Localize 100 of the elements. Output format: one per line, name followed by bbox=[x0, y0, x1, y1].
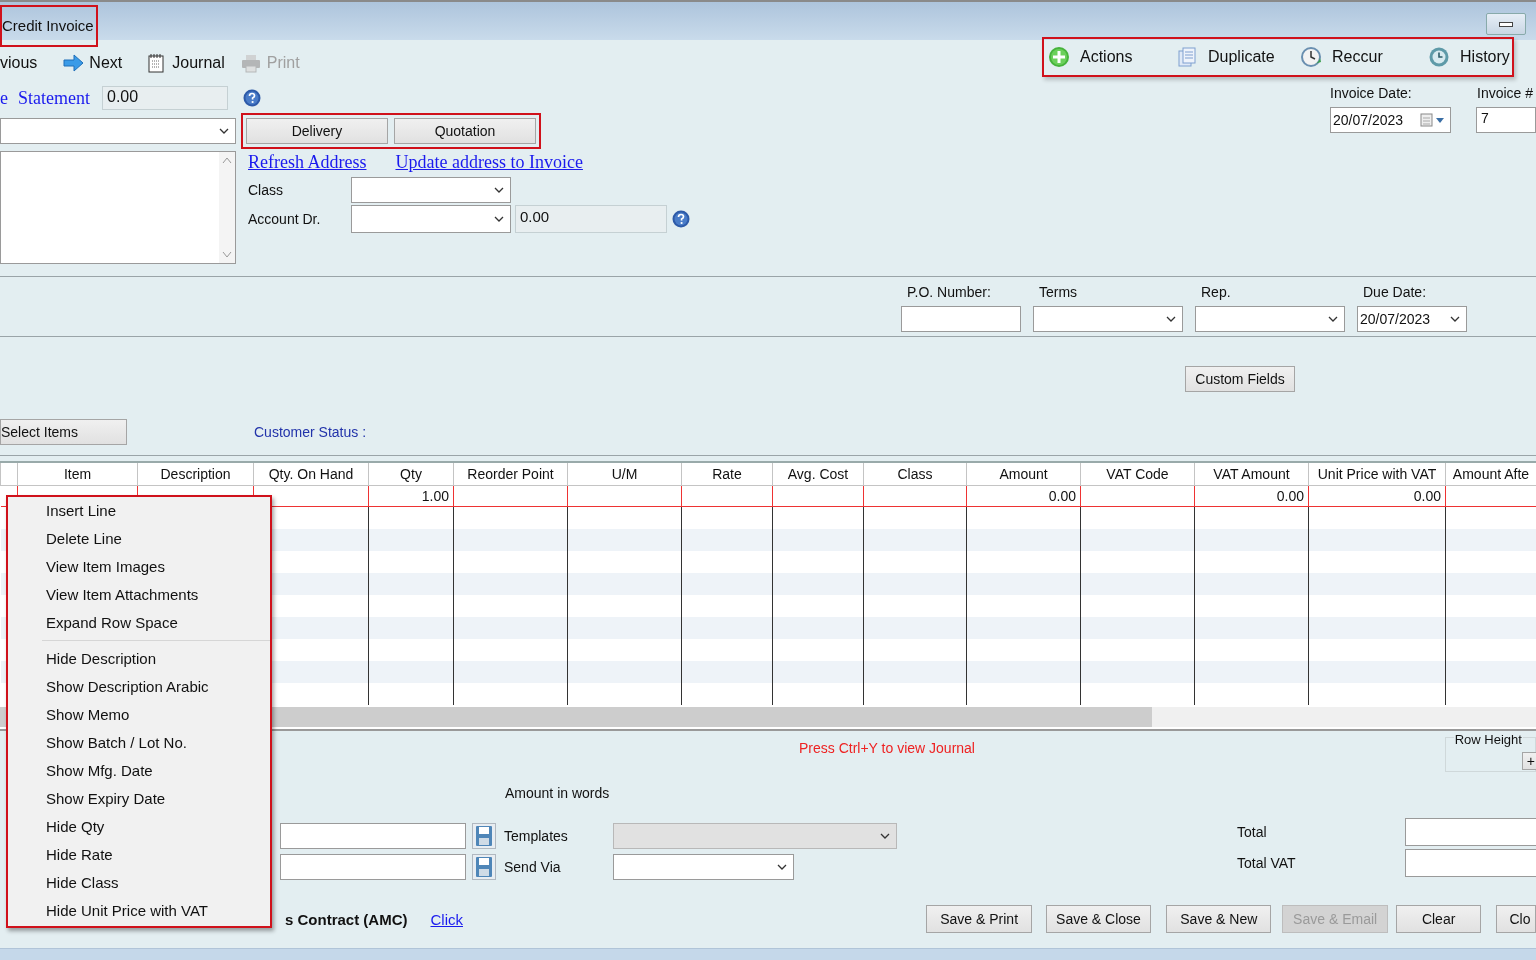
hint-text: Press Ctrl+Y to view Journal bbox=[799, 740, 976, 756]
field-label: Amount in words bbox=[505, 785, 611, 803]
arrow-icon bbox=[63, 53, 84, 73]
field-label: Send Via bbox=[504, 859, 562, 875]
toolbar-button[interactable]: Journal bbox=[146, 53, 225, 73]
field-label: Templates bbox=[504, 828, 569, 844]
table-cell: 0.00 bbox=[966, 485, 1081, 507]
column-header[interactable]: Avg. Cost bbox=[772, 462, 864, 486]
field-label: Invoice Date: bbox=[1330, 85, 1413, 101]
dropdown[interactable] bbox=[1195, 306, 1345, 332]
select-items-button[interactable]: Select Items bbox=[0, 419, 127, 445]
menu-item[interactable]: Show Expiry Date bbox=[8, 785, 270, 813]
clock-icon bbox=[1300, 46, 1323, 68]
help-icon bbox=[672, 210, 690, 228]
dropdown[interactable]: 20/07/2023 bbox=[1357, 306, 1467, 332]
action-button[interactable]: Save & Print bbox=[926, 905, 1032, 933]
field-label: Rep. bbox=[1200, 284, 1232, 300]
menu-item[interactable]: Hide Unit Price with VAT bbox=[8, 897, 270, 925]
table-cell: 0.00 bbox=[1194, 485, 1309, 507]
save-icon bbox=[472, 854, 496, 880]
input-field[interactable] bbox=[280, 854, 466, 880]
action-button[interactable]: Clo bbox=[1496, 905, 1536, 933]
toolbar-button[interactable]: vious bbox=[0, 54, 38, 72]
field-label: Class bbox=[248, 182, 284, 198]
column-header[interactable]: Item bbox=[17, 462, 138, 486]
column-header[interactable]: Qty. On Hand bbox=[253, 462, 369, 486]
field-label: Terms bbox=[1038, 284, 1079, 300]
field-label: Account Dr. bbox=[248, 211, 322, 227]
column-header[interactable]: Amount bbox=[966, 462, 1081, 486]
link[interactable]: e bbox=[0, 87, 8, 109]
balance-field: 0.00 bbox=[102, 86, 228, 110]
group-label: Row Height bbox=[1453, 732, 1523, 747]
menu-item[interactable]: Insert Line bbox=[8, 497, 270, 525]
input-field[interactable] bbox=[901, 306, 1021, 332]
field-label: P.O. Number: bbox=[906, 284, 992, 300]
column-header[interactable]: VAT Amount bbox=[1194, 462, 1309, 486]
column-header[interactable]: Amount Afte bbox=[1445, 462, 1536, 486]
invoice-number-field[interactable]: 7 bbox=[1476, 107, 1536, 133]
action-button[interactable]: Clear bbox=[1395, 905, 1482, 933]
source-button[interactable]: Delivery bbox=[246, 118, 388, 144]
toolbar-button[interactable]: Next bbox=[63, 53, 123, 73]
menu-item[interactable]: View Item Images bbox=[8, 553, 270, 581]
action-button[interactable]: Reccur bbox=[1300, 46, 1428, 68]
column-header[interactable]: Reorder Point bbox=[453, 462, 568, 486]
calendar-icon bbox=[1420, 113, 1446, 127]
menu-item[interactable]: Expand Row Space bbox=[8, 609, 270, 637]
action-button[interactable]: Actions bbox=[1048, 46, 1176, 68]
click-link[interactable]: Click bbox=[430, 910, 463, 928]
column-header[interactable]: U/M bbox=[567, 462, 682, 486]
custom-fields-button[interactable]: Custom Fields bbox=[1185, 366, 1295, 392]
dropdown[interactable] bbox=[1033, 306, 1183, 332]
menu-item[interactable]: View Item Attachments bbox=[8, 581, 270, 609]
window-title: Credit Invoice bbox=[0, 5, 98, 47]
documents-icon bbox=[1176, 46, 1198, 68]
total-label: Total bbox=[1237, 824, 1268, 840]
menu-item[interactable]: Show Memo bbox=[8, 701, 270, 729]
column-header[interactable]: Class bbox=[863, 462, 967, 486]
checkbox-label: s Contract (AMC) bbox=[285, 910, 408, 928]
plus-icon bbox=[1048, 46, 1070, 68]
table-cell: 1.00 bbox=[368, 485, 454, 507]
column-header[interactable]: Qty bbox=[368, 462, 454, 486]
clock-icon bbox=[1428, 46, 1450, 68]
column-header[interactable]: Description bbox=[137, 462, 254, 486]
notepad-icon bbox=[146, 53, 167, 73]
status-label: Customer Status : bbox=[254, 424, 367, 440]
menu-item[interactable]: Hide Class bbox=[8, 869, 270, 897]
minimize-button[interactable] bbox=[1486, 13, 1526, 35]
menu-item[interactable]: Show Description Arabic bbox=[8, 673, 270, 701]
field-label: Invoice # bbox=[1477, 85, 1534, 101]
menu-item[interactable]: Delete Line bbox=[8, 525, 270, 553]
menu-item[interactable]: Show Mfg. Date bbox=[8, 757, 270, 785]
column-header[interactable]: Rate bbox=[681, 462, 773, 486]
account-combo[interactable] bbox=[351, 205, 511, 233]
action-button[interactable]: History bbox=[1428, 46, 1508, 68]
total-label: Total VAT bbox=[1237, 855, 1297, 871]
amount-field: 0.00 bbox=[515, 205, 667, 233]
menu-item[interactable]: Hide Rate bbox=[8, 841, 270, 869]
send-via-combo[interactable] bbox=[613, 854, 794, 880]
date-picker[interactable]: 20/07/2023 bbox=[1330, 107, 1451, 133]
increase-button[interactable]: + bbox=[1521, 752, 1536, 770]
printer-icon bbox=[240, 53, 261, 73]
menu-item[interactable]: Hide Description bbox=[8, 645, 270, 673]
source-button[interactable]: Quotation bbox=[394, 118, 536, 144]
menu-item[interactable]: Show Batch / Lot No. bbox=[8, 729, 270, 757]
table-cell: 0.00 bbox=[1308, 485, 1446, 507]
statement-link[interactable]: Statement bbox=[18, 87, 90, 109]
address-link[interactable]: Refresh Address bbox=[248, 151, 367, 173]
customer-combo[interactable] bbox=[0, 118, 236, 144]
action-button[interactable]: Save & New bbox=[1166, 905, 1272, 933]
address-field[interactable] bbox=[0, 151, 236, 264]
class-combo[interactable] bbox=[351, 177, 511, 203]
action-button[interactable]: Duplicate bbox=[1176, 46, 1301, 68]
help-icon bbox=[243, 89, 261, 107]
menu-item[interactable]: Hide Qty bbox=[8, 813, 270, 841]
address-link[interactable]: Update address to Invoice bbox=[395, 151, 583, 173]
input-field[interactable] bbox=[280, 823, 466, 849]
column-header[interactable]: VAT Code bbox=[1080, 462, 1195, 486]
scrollbar[interactable] bbox=[219, 152, 235, 263]
column-header[interactable]: Unit Price with VAT bbox=[1308, 462, 1446, 486]
action-button[interactable]: Save & Close bbox=[1045, 905, 1152, 933]
